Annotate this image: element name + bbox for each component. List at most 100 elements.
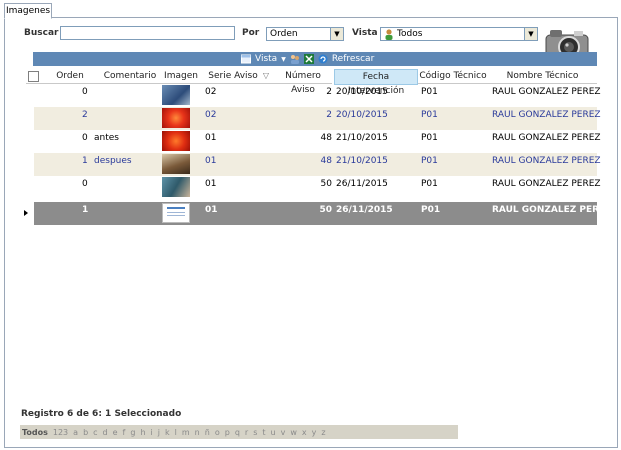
cell-nombre: RAUL GONZALEZ PEREZ [492,87,601,97]
cell-codigo: P01 [421,205,441,215]
cell-codigo: P01 [421,156,438,166]
cell-orden: 2 [82,110,88,120]
thumbnail-image[interactable] [162,154,190,174]
por-select-value: Orden [270,29,298,39]
cell-orden: 0 [82,87,88,97]
cell-serie: 01 [205,205,218,215]
alpha-filter-u[interactable]: u [271,428,276,437]
cell-nombre: RAUL GONZALEZ PEREZ [492,110,601,120]
vista-select[interactable]: Todos ▼ [380,27,538,41]
cell-comentario: despues [94,156,132,166]
excel-icon[interactable] [303,54,314,64]
cell-fecha: 20/10/2015 [336,110,388,120]
cell-codigo: P01 [421,110,438,120]
cell-fecha: 21/10/2015 [336,156,388,166]
cell-serie: 01 [205,133,217,143]
chevron-down-icon[interactable]: ▼ [524,28,537,40]
alpha-filter-a[interactable]: a [73,428,78,437]
table-row[interactable]: 0 02 2 20/10/2015 P01 RAUL GONZALEZ PERE… [34,84,601,107]
vista-select-value: Todos [397,29,423,39]
chevron-down-icon[interactable]: ▼ [281,56,286,63]
thumbnail-image[interactable] [162,177,190,197]
cell-codigo: P01 [421,133,438,143]
cell-nombre: RAUL GONZALEZ PEREZ [492,205,612,215]
column-header-orden[interactable]: Orden [40,69,100,84]
sort-icon: ▽ [256,69,276,84]
refresh-icon[interactable] [318,54,328,64]
cell-numero: 50 [319,205,332,215]
thumbnail-image[interactable] [162,203,190,223]
column-header-nombre-tecnico[interactable]: Nombre Técnico [488,69,597,84]
alpha-filter-y[interactable]: y [312,428,317,437]
tab-imagenes[interactable]: Imagenes [4,3,52,19]
table-row[interactable]: 0 antes 01 48 21/10/2015 P01 RAUL GONZAL… [34,130,601,153]
column-header-comentario[interactable]: Comentario [100,69,160,84]
table-row[interactable]: 1 despues 01 48 21/10/2015 P01 RAUL GONZ… [34,153,601,176]
cell-nombre: RAUL GONZALEZ PEREZ [492,179,601,189]
alpha-filter-d[interactable]: d [103,428,108,437]
alpha-filter-k[interactable]: k [165,428,170,437]
search-input[interactable] [60,26,235,40]
table-row-selected[interactable]: 1 01 50 26/11/2015 P01 RAUL GONZALEZ PER… [34,202,612,225]
alpha-filter-n[interactable]: n [195,428,200,437]
alpha-filter-h[interactable]: h [140,428,145,437]
cell-fecha: 26/11/2015 [336,179,388,189]
status-text: Registro 6 de 6: 1 Seleccionado [21,409,182,419]
column-header-codigo-tecnico[interactable]: Código Técnico [418,69,488,84]
alpha-filter-s[interactable]: s [253,428,257,437]
cell-fecha: 21/10/2015 [336,133,388,143]
alpha-filter-t[interactable]: t [262,428,265,437]
chevron-down-icon[interactable]: ▼ [330,28,343,40]
alpha-filter-r[interactable]: r [245,428,248,437]
vista-label: Vista [352,28,378,38]
alpha-filter-m[interactable]: m [182,428,190,437]
alpha-filter-todos[interactable]: Todos [22,428,48,437]
refresh-button[interactable]: Refrescar [332,54,374,64]
alpha-filter-e[interactable]: e [113,428,118,437]
alpha-filter-o[interactable]: o [215,428,220,437]
cell-orden: 0 [82,179,88,189]
toolbar-actions: Vista ▼ Refrescar [237,52,379,66]
alpha-filter-v[interactable]: v [281,428,286,437]
alpha-filter-b[interactable]: b [83,428,88,437]
column-header-fecha-intervencion[interactable]: Fecha Intervención [334,69,418,96]
alpha-filter-j[interactable]: j [158,428,160,437]
cell-numero: 2 [326,87,332,97]
cell-nombre: RAUL GONZALEZ PEREZ [492,133,601,143]
alpha-filter-x[interactable]: x [302,428,307,437]
user-icon [385,29,393,40]
cell-orden: 1 [82,205,89,215]
thumbnail-image[interactable] [162,108,190,128]
users-icon[interactable] [290,54,300,64]
thumbnail-image[interactable] [162,85,190,105]
alpha-filter-w[interactable]: w [290,428,297,437]
alpha-filter-q[interactable]: q [235,428,240,437]
row-pointer-icon [24,210,28,216]
table-row[interactable]: 0 01 50 26/11/2015 P01 RAUL GONZALEZ PER… [34,176,601,199]
alpha-filter-i[interactable]: i [151,428,153,437]
por-select[interactable]: Orden ▼ [266,27,344,41]
cell-codigo: P01 [421,87,438,97]
cell-serie: 01 [205,156,217,166]
column-header-serie-aviso[interactable]: Serie Aviso [202,69,264,84]
table-row[interactable]: 2 02 2 20/10/2015 P01 RAUL GONZALEZ PERE… [34,107,601,130]
cell-orden: 1 [82,156,88,166]
alpha-filter-p[interactable]: p [225,428,230,437]
alpha-filter-g[interactable]: g [130,428,135,437]
column-header-imagen[interactable]: Imagen [160,69,202,84]
cell-orden: 0 [82,133,88,143]
thumbnail-image[interactable] [162,131,190,151]
alpha-filter-f[interactable]: f [123,428,126,437]
cell-numero: 48 [320,156,332,166]
alpha-filter-l[interactable]: l [175,428,177,437]
alpha-filter-c[interactable]: c [93,428,97,437]
alpha-filter-z[interactable]: z [321,428,325,437]
view-icon[interactable] [241,54,251,64]
cell-fecha: 20/10/2015 [336,87,388,97]
column-header-numero-aviso[interactable]: Número Aviso [274,69,332,95]
alpha-filter-enie[interactable]: ñ [205,428,210,437]
select-all-checkbox[interactable] [26,69,40,84]
alpha-filter-123[interactable]: 123 [53,428,68,437]
vista-button[interactable]: Vista [255,54,277,64]
por-label: Por [242,28,260,38]
